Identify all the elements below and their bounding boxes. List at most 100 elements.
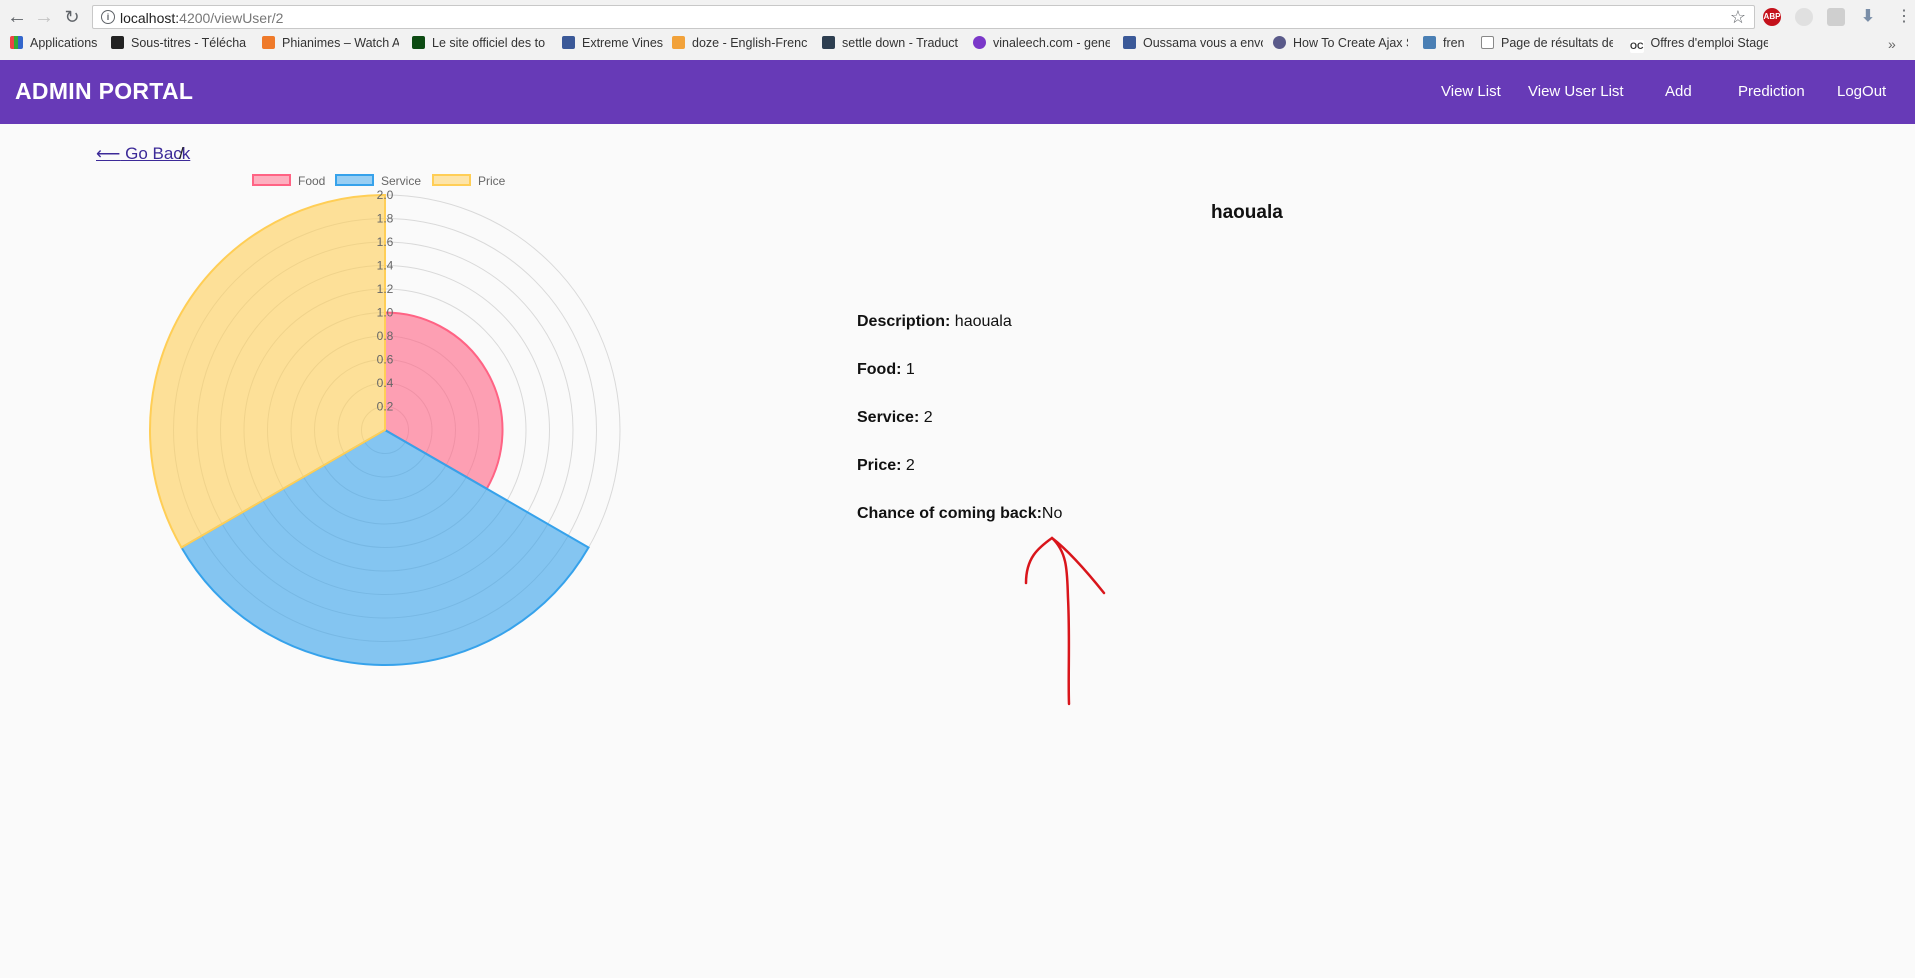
polar-area-chart: 0.2 0.4 0.6 0.8 1.0 1.2 1.4 1.6 1.8 2.0 <box>149 190 621 666</box>
service-value: 2 <box>919 409 933 426</box>
bookmark-item[interactable]: doze - English-French <box>672 36 808 50</box>
page-icon <box>1481 36 1494 49</box>
menu-kebab-icon[interactable]: ⋮ <box>1893 6 1915 28</box>
bookmark-label: How To Create Ajax S <box>1293 36 1408 50</box>
bookmark-label: doze - English-French <box>692 36 808 50</box>
bookmark-item[interactable]: Extreme Vines <box>562 36 663 50</box>
description-value: haouala <box>950 313 1012 330</box>
tick-label: 1.6 <box>377 235 394 249</box>
vinaleech-icon <box>973 36 986 49</box>
howto-icon <box>1273 36 1286 49</box>
bookmarks-bar: Applications Sous-titres - Télécha Phian… <box>0 34 1915 56</box>
tick-label: 1.0 <box>377 306 394 320</box>
linguee-icon <box>822 36 835 49</box>
bookmark-label: settle down - Traduct <box>842 36 959 50</box>
chance-value: No <box>1041 505 1063 522</box>
description-field: Description: haouala <box>857 313 1012 331</box>
tick-label: 0.4 <box>377 376 394 390</box>
chance-field: Chance of coming back:No <box>857 505 1062 523</box>
bookmark-label: vinaleech.com - gene <box>993 36 1110 50</box>
bookmark-label: Offres d'emploi Stage <box>1650 36 1769 50</box>
legend-label: Food <box>298 174 326 188</box>
bookmark-label: fren <box>1443 36 1465 50</box>
bookmark-star-icon[interactable]: ☆ <box>1730 7 1746 28</box>
price-field: Price: 2 <box>857 457 915 475</box>
back-arrow-icon: ⟵ <box>96 144 121 163</box>
bookmark-label: Oussama vous a envo <box>1143 36 1263 50</box>
bookmark-label: Sous-titres - Télécha <box>131 36 247 50</box>
chance-label: Chance of coming back: <box>857 505 1042 522</box>
translate-icon <box>1423 36 1436 49</box>
nav-prediction[interactable]: Prediction <box>1738 83 1805 100</box>
site-officiel-icon <box>412 36 425 49</box>
bookmark-label: Page de résultats de <box>1501 36 1613 50</box>
phianimes-icon <box>262 36 275 49</box>
bookmark-item[interactable]: fren <box>1423 36 1465 50</box>
annotation-arrow-icon <box>1024 536 1106 706</box>
nav-view-user-list[interactable]: View User List <box>1528 83 1624 100</box>
subtitle-site-icon <box>111 36 124 49</box>
bookmark-item[interactable]: OC Offres d'emploi Stage <box>1630 36 1768 53</box>
legend-swatch <box>335 174 374 186</box>
nav-view-list[interactable]: View List <box>1441 83 1501 100</box>
tick-label: 0.2 <box>377 400 394 414</box>
nav-add[interactable]: Add <box>1665 83 1692 100</box>
bookmark-item[interactable]: settle down - Traduct <box>822 36 960 50</box>
go-back-link[interactable]: ⟵ Go Back <box>96 144 190 164</box>
pocket-icon[interactable] <box>1827 8 1845 26</box>
address-bar[interactable]: i localhost:4200/viewUser/2 ☆ <box>92 5 1755 29</box>
url-host: localhost: <box>120 10 180 26</box>
bookmark-item[interactable]: Page de résultats de <box>1481 36 1613 50</box>
bookmark-item[interactable]: How To Create Ajax S <box>1273 36 1408 50</box>
reload-icon[interactable]: ↻ <box>61 6 83 28</box>
price-value: 2 <box>901 457 915 474</box>
tick-label: 1.4 <box>377 259 394 273</box>
bookmark-item[interactable]: Sous-titres - Télécha <box>111 36 251 50</box>
bookmark-label: Applications <box>30 36 98 50</box>
legend-label: Price <box>478 174 506 188</box>
breadcrumb-separator: / <box>179 144 184 163</box>
back-arrow-icon[interactable]: ← <box>6 6 28 28</box>
facebook-icon <box>1123 36 1136 49</box>
nav-logout[interactable]: LogOut <box>1837 83 1886 100</box>
address-url[interactable]: localhost:4200/viewUser/2 <box>120 10 283 26</box>
url-path: 4200/viewUser/2 <box>179 10 284 26</box>
price-label: Price: <box>857 457 902 474</box>
tick-label: 2.0 <box>377 190 394 202</box>
user-name-title: haouala <box>1211 202 1283 223</box>
service-field: Service: 2 <box>857 409 933 427</box>
food-field: Food: 1 <box>857 361 915 379</box>
tick-label: 0.6 <box>377 353 394 367</box>
bookmark-label: Phianimes – Watch A <box>282 36 399 50</box>
apps-grid-icon <box>10 36 23 49</box>
bookmark-item[interactable]: Le site officiel des to <box>412 36 548 50</box>
food-value: 1 <box>901 361 915 378</box>
bookmark-item[interactable]: Applications <box>10 36 97 50</box>
brand-title[interactable]: ADMIN PORTAL <box>15 78 193 105</box>
legend-swatch <box>252 174 291 186</box>
adblock-icon[interactable]: ABP <box>1763 8 1781 26</box>
legend-label: Service <box>381 174 422 188</box>
tick-label: 1.2 <box>377 282 394 296</box>
legend-swatch <box>432 174 471 186</box>
food-label: Food: <box>857 361 902 378</box>
app-toolbar: ADMIN PORTAL View List View User List Ad… <box>0 60 1915 124</box>
bookmarks-overflow-icon[interactable]: » <box>1888 36 1896 52</box>
bookmark-item[interactable]: Oussama vous a envo <box>1123 36 1263 50</box>
description-label: Description: <box>857 313 951 330</box>
tick-label: 1.8 <box>377 212 394 226</box>
bookmark-item[interactable]: vinaleech.com - gene <box>973 36 1110 50</box>
wordreference-icon <box>672 36 685 49</box>
service-label: Service: <box>857 409 920 426</box>
browser-chrome: ← → ↻ i localhost:4200/viewUser/2 ☆ ABP … <box>0 0 1915 61</box>
tick-label: 0.8 <box>377 329 394 343</box>
forward-arrow-icon[interactable]: → <box>33 6 55 28</box>
bookmark-label: Le site officiel des to <box>432 36 546 50</box>
facebook-icon <box>562 36 575 49</box>
bookmark-label: Extreme Vines <box>582 36 664 50</box>
bookmark-item[interactable]: Phianimes – Watch A <box>262 36 399 50</box>
oc-icon: OC <box>1630 40 1644 53</box>
extension-icon[interactable] <box>1795 8 1813 26</box>
info-icon[interactable]: i <box>101 10 115 24</box>
download-icon[interactable]: ⬇ <box>1859 8 1877 26</box>
